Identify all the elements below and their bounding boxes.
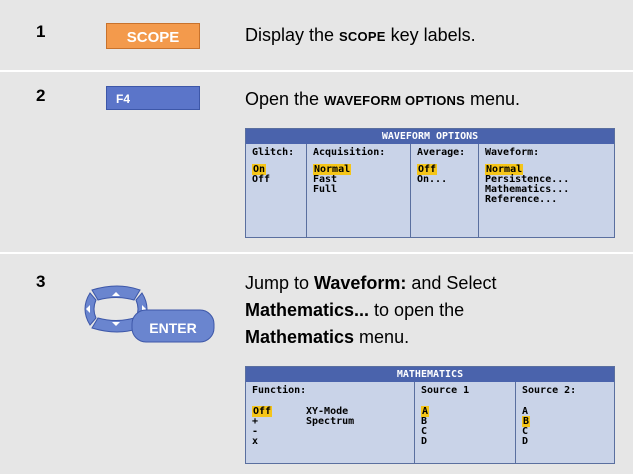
- step-description: Open the WAVEFORM OPTIONS menu.: [245, 86, 520, 114]
- column-header: Average:: [417, 147, 466, 158]
- glitch-column: Glitch: On Off: [246, 144, 306, 237]
- step-3-row: 3 ENTER Jump to Waveform: and Select Mat…: [0, 254, 633, 474]
- option-item[interactable]: D: [522, 437, 528, 447]
- text: to open the: [369, 300, 465, 320]
- option-item[interactable]: On...: [417, 175, 447, 185]
- step-description: Display the SCOPE key labels.: [245, 22, 476, 50]
- step-number: 3: [36, 272, 46, 291]
- waveform-options-menu: WAVEFORM OPTIONS Glitch: On Off Acquisit…: [245, 128, 615, 238]
- text: Jump to: [245, 273, 315, 293]
- option-item[interactable]: D: [421, 437, 427, 447]
- keyword: WAVEFORM OPTIONS: [324, 93, 465, 108]
- step-number: 2: [36, 86, 46, 105]
- option-item[interactable]: Spectrum: [306, 417, 354, 427]
- column-header: Waveform:: [485, 147, 540, 158]
- option-item[interactable]: Off: [252, 175, 270, 185]
- keyword: SCOPE: [339, 29, 386, 44]
- option-item[interactable]: x: [252, 437, 258, 447]
- step-number: 1: [36, 22, 46, 41]
- step-2-row: 2 F4 Open the WAVEFORM OPTIONS menu. WAV…: [0, 72, 633, 252]
- source2-column: Source 2: A B C D: [516, 382, 614, 463]
- navigation-keypad[interactable]: [78, 284, 218, 354]
- menu-title: WAVEFORM OPTIONS: [246, 129, 614, 144]
- text: and Select: [406, 273, 497, 293]
- keyword: Mathematics: [245, 327, 355, 347]
- average-column: Average: Off On...: [411, 144, 478, 237]
- column-header: Source 2:: [522, 385, 577, 396]
- text: key labels.: [385, 25, 476, 45]
- option-item[interactable]: Reference...: [485, 195, 557, 205]
- source1-column: Source 1 A B C D: [415, 382, 515, 463]
- column-header: Glitch:: [252, 147, 295, 158]
- column-header: Source 1: [421, 385, 470, 396]
- step-description: Jump to Waveform: and Select Mathematics…: [245, 270, 496, 351]
- column-header: Function:: [252, 385, 307, 396]
- column-header: Acquisition:: [313, 147, 386, 158]
- text: menu.: [464, 89, 520, 109]
- text: menu.: [354, 327, 410, 347]
- text: Display the: [245, 25, 340, 45]
- step-1-row: 1 SCOPE Display the SCOPE key labels.: [0, 0, 633, 70]
- f4-key-button[interactable]: F4: [106, 86, 200, 110]
- text: Open the: [245, 89, 325, 109]
- scope-key-button[interactable]: SCOPE: [106, 23, 200, 49]
- keyword: Mathematics...: [245, 300, 370, 320]
- keyword: Waveform:: [314, 273, 407, 293]
- option-item[interactable]: Full: [313, 185, 337, 195]
- function-column: Function: Off + - x XY-Mode Spectrum: [246, 382, 414, 463]
- waveform-column: Waveform: Normal Persistence... Mathemat…: [479, 144, 614, 237]
- menu-title: MATHEMATICS: [246, 367, 614, 382]
- acquisition-column: Acquisition: Normal Fast Full: [307, 144, 410, 237]
- mathematics-menu: MATHEMATICS Function: Off + - x XY-Mode …: [245, 366, 615, 464]
- enter-key-label: ENTER: [149, 320, 197, 336]
